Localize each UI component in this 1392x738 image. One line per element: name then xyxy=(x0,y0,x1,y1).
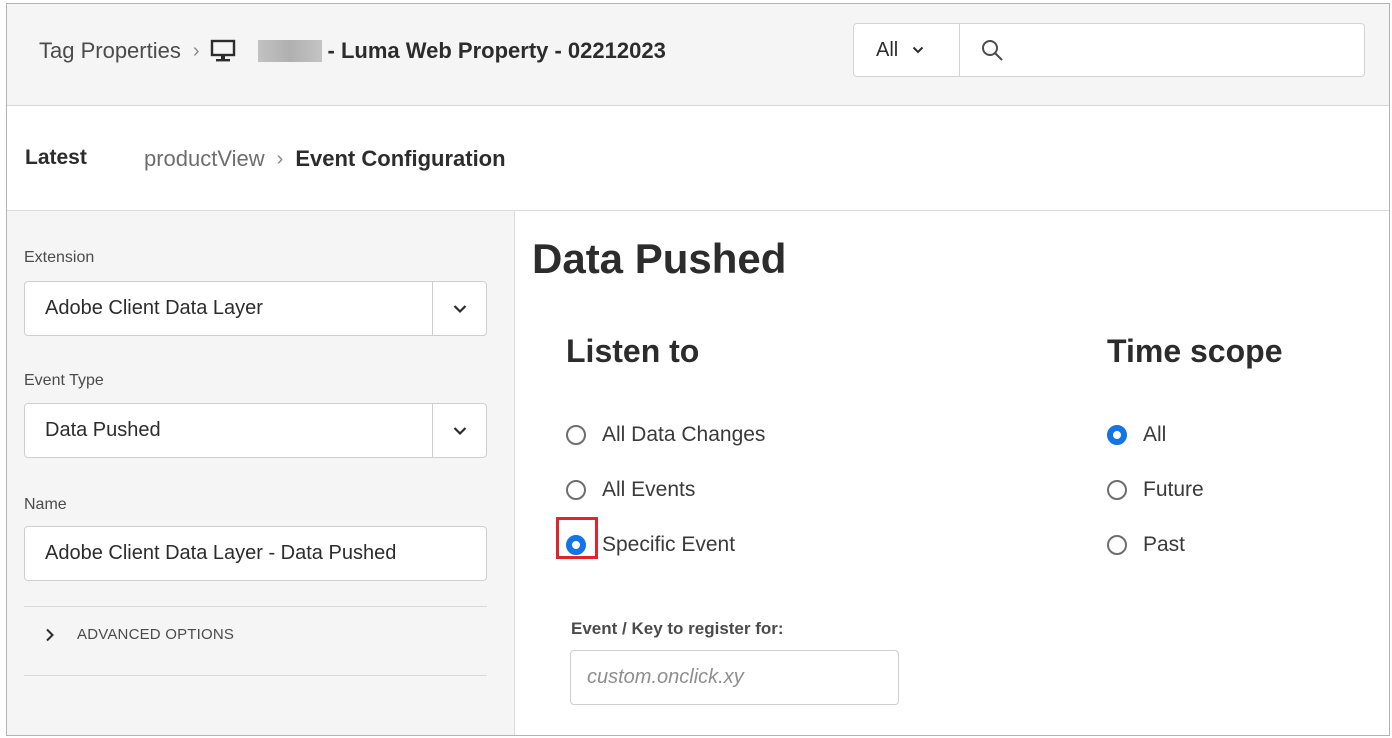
extension-dropdown[interactable]: Adobe Client Data Layer xyxy=(24,281,487,336)
radio-all-events[interactable]: All Events xyxy=(566,478,695,502)
search-scope-dropdown[interactable]: All xyxy=(854,24,960,76)
redacted-org-name xyxy=(257,40,322,62)
chevron-right-icon xyxy=(46,628,54,641)
event-configuration-content: Data Pushed Listen to Time scope All Dat… xyxy=(516,211,1389,735)
radio-all-data-changes[interactable]: All Data Changes xyxy=(566,423,765,447)
app-window: Tag Properties › - Luma Web Property - 0… xyxy=(6,3,1390,736)
search-input[interactable] xyxy=(1014,24,1364,76)
extension-value: Adobe Client Data Layer xyxy=(45,297,263,319)
property-breadcrumb: Tag Properties › - Luma Web Property - 0… xyxy=(39,38,666,64)
radio-time-future[interactable]: Future xyxy=(1107,478,1204,502)
event-key-input[interactable] xyxy=(570,650,899,705)
divider xyxy=(24,675,487,676)
chevron-down-icon xyxy=(913,46,924,54)
radio-button-unselected[interactable] xyxy=(1107,480,1127,500)
radio-label: All Data Changes xyxy=(602,423,766,446)
radio-time-all[interactable]: All xyxy=(1107,423,1166,447)
property-name: - Luma Web Property - 02212023 xyxy=(327,38,666,63)
radio-button-selected[interactable] xyxy=(566,535,586,555)
breadcrumb-current: Event Configuration xyxy=(295,146,506,171)
top-bar: Tag Properties › - Luma Web Property - 0… xyxy=(7,4,1389,106)
radio-button-selected[interactable] xyxy=(1107,425,1127,445)
radio-label: Future xyxy=(1143,478,1204,501)
rule-header: Latest productView › Event Configuration xyxy=(7,106,1389,211)
event-settings-panel: Extension Adobe Client Data Layer Event … xyxy=(7,211,515,735)
event-type-value: Data Pushed xyxy=(45,419,161,441)
search-scope-value: All xyxy=(876,38,899,61)
advanced-options-toggle[interactable]: ADVANCED OPTIONS xyxy=(45,626,234,643)
radio-label: All xyxy=(1143,423,1167,446)
name-field[interactable] xyxy=(24,526,487,581)
radio-time-past[interactable]: Past xyxy=(1107,533,1185,557)
radio-label: All Events xyxy=(602,478,696,501)
breadcrumb-tag-properties[interactable]: Tag Properties xyxy=(39,38,181,64)
event-type-dropdown-button[interactable] xyxy=(432,404,486,457)
name-label: Name xyxy=(24,496,67,513)
divider xyxy=(24,606,487,607)
extension-dropdown-button[interactable] xyxy=(432,282,486,335)
rule-breadcrumb: productView › Event Configuration xyxy=(144,146,506,172)
search-icon xyxy=(982,40,1003,61)
search-field xyxy=(960,24,1364,76)
extension-label: Extension xyxy=(24,249,95,266)
chevron-down-icon xyxy=(453,426,466,435)
time-scope-heading: Time scope xyxy=(1107,333,1283,369)
breadcrumb-separator: › xyxy=(192,39,200,62)
radio-button-unselected[interactable] xyxy=(566,425,586,445)
listen-to-heading: Listen to xyxy=(566,333,700,369)
search-group: All xyxy=(853,23,1365,77)
event-type-dropdown[interactable]: Data Pushed xyxy=(24,403,487,458)
page-title: Data Pushed xyxy=(532,235,787,282)
radio-button-unselected[interactable] xyxy=(566,480,586,500)
monitor-icon xyxy=(210,39,235,62)
radio-label: Past xyxy=(1143,533,1186,556)
radio-label: Specific Event xyxy=(602,533,736,556)
radio-button-unselected[interactable] xyxy=(1107,535,1127,555)
event-key-label: Event / Key to register for: xyxy=(571,619,784,638)
advanced-options-label: ADVANCED OPTIONS xyxy=(77,626,235,643)
breadcrumb-rule-name[interactable]: productView xyxy=(144,146,265,172)
revision-label[interactable]: Latest xyxy=(25,146,87,170)
chevron-down-icon xyxy=(453,304,466,313)
event-type-label: Event Type xyxy=(24,372,104,389)
breadcrumb-separator: › xyxy=(276,147,284,170)
radio-specific-event[interactable]: Specific Event xyxy=(566,533,735,557)
